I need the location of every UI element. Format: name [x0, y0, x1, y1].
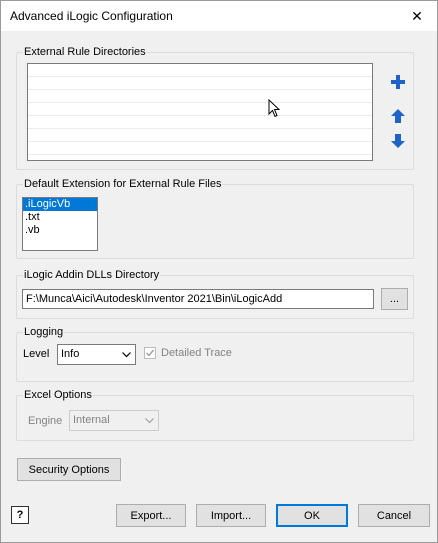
- extension-item[interactable]: .vb: [23, 224, 97, 237]
- detailed-trace-checkbox[interactable]: [144, 347, 156, 359]
- engine-select-value: Internal: [73, 414, 110, 426]
- browse-button[interactable]: ...: [381, 288, 408, 310]
- import-button[interactable]: Import...: [196, 504, 266, 527]
- help-icon: ?: [16, 509, 24, 521]
- excel-options-label: Excel Options: [23, 389, 93, 401]
- arrow-up-icon: [391, 109, 405, 123]
- mouse-cursor-icon: [268, 99, 280, 118]
- level-select-value: Info: [61, 348, 80, 360]
- external-rule-dirs-list[interactable]: [27, 63, 373, 161]
- chevron-down-icon: [141, 411, 158, 430]
- default-extension-label: Default Extension for External Rule File…: [23, 178, 223, 190]
- browse-button-label: ...: [389, 293, 400, 305]
- level-select[interactable]: Info: [57, 344, 136, 365]
- extension-item[interactable]: .txt: [23, 211, 97, 224]
- external-rule-dirs-label: External Rule Directories: [23, 46, 147, 58]
- level-label: Level: [23, 348, 50, 360]
- export-button[interactable]: Export...: [116, 504, 186, 527]
- ok-button-label: OK: [304, 509, 320, 522]
- security-options-button[interactable]: Security Options: [17, 458, 121, 481]
- cancel-button-label: Cancel: [376, 509, 412, 522]
- window-title: Advanced iLogic Configuration: [10, 9, 173, 23]
- export-button-label: Export...: [130, 509, 172, 522]
- title-bar: Advanced iLogic Configuration ✕: [1, 1, 437, 31]
- detailed-trace-label: Detailed Trace: [161, 347, 232, 359]
- move-up-button[interactable]: [389, 107, 407, 125]
- extension-item[interactable]: .iLogicVb: [23, 198, 97, 211]
- logging-label: Logging: [23, 326, 65, 338]
- ok-button[interactable]: OK: [276, 504, 348, 527]
- help-button[interactable]: ?: [11, 506, 29, 524]
- addin-dir-path-input[interactable]: F:\Munca\Aici\Autodesk\Inventor 2021\Bin…: [22, 289, 374, 309]
- move-down-button[interactable]: [389, 132, 407, 150]
- engine-select[interactable]: Internal: [69, 410, 159, 431]
- addin-dir-label: iLogic Addin DLLs Directory: [23, 269, 161, 281]
- close-icon: ✕: [411, 7, 423, 24]
- engine-label: Engine: [28, 415, 63, 427]
- add-directory-button[interactable]: [389, 73, 407, 91]
- close-button[interactable]: ✕: [397, 1, 437, 31]
- import-button-label: Import...: [210, 509, 252, 522]
- plus-icon: [391, 75, 405, 89]
- chevron-down-icon: [118, 345, 135, 364]
- arrow-down-icon: [391, 134, 405, 148]
- security-options-label: Security Options: [28, 463, 110, 476]
- default-extension-list[interactable]: .iLogicVb .txt .vb: [22, 197, 98, 251]
- checkmark-icon: [146, 349, 155, 357]
- cancel-button[interactable]: Cancel: [358, 504, 430, 527]
- dialog-window: Advanced iLogic Configuration ✕ External…: [0, 0, 438, 543]
